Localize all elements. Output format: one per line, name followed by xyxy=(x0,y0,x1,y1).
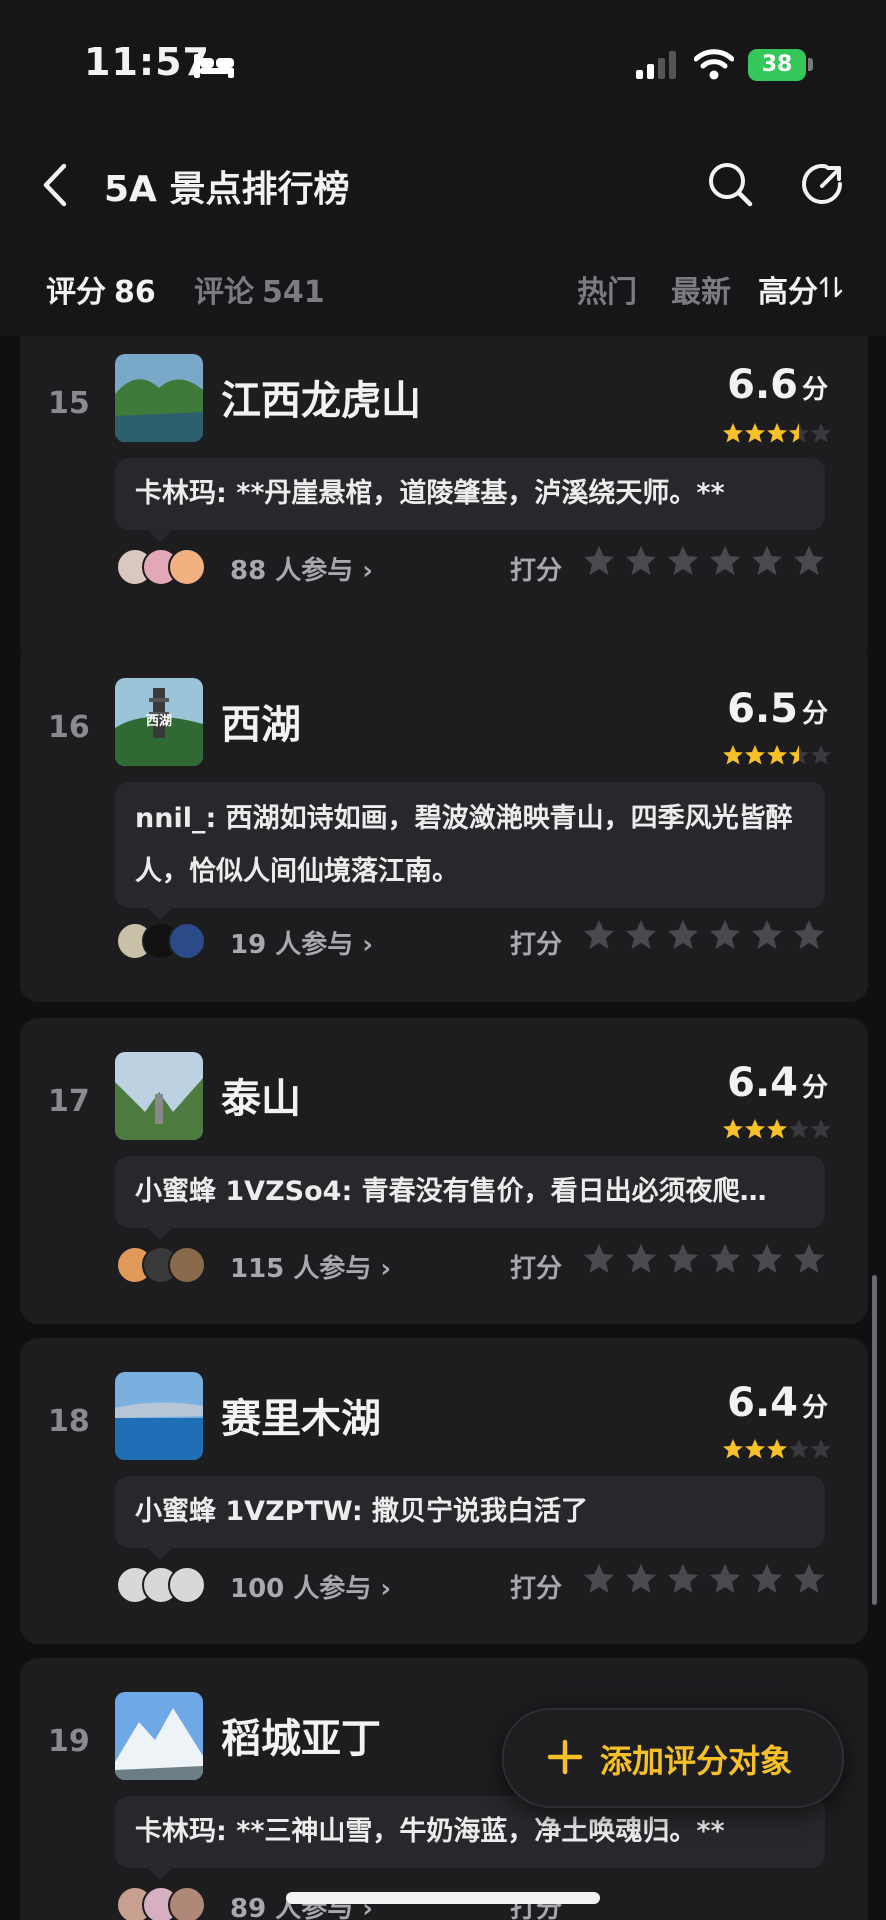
top-comment[interactable]: 卡林玛: **丹崖悬棺，道陵肇基，泸溪绕天师。** xyxy=(115,458,825,530)
page-title: 5A 景点排行榜 xyxy=(104,169,350,210)
plus-icon xyxy=(547,1739,583,1775)
chevron-right-icon: › xyxy=(353,930,374,960)
rank-number: 17 xyxy=(48,1084,90,1119)
tab-score-label: 评分 xyxy=(46,275,106,310)
cellular-signal-icon xyxy=(636,51,676,79)
back-arrow-icon[interactable] xyxy=(36,160,76,210)
sort-new[interactable]: 最新 xyxy=(671,267,731,311)
top-comment[interactable]: nnil_: 西湖如诗如画，碧波潋滟映青山，四季风光皆醉人，恰似人间仙境落江南。 xyxy=(115,782,825,908)
comment-tail xyxy=(148,908,172,920)
comment-tail xyxy=(148,1868,172,1880)
score-value: 6.4 xyxy=(727,1380,798,1426)
wifi-icon xyxy=(694,49,734,80)
spot-name: 泰山 xyxy=(221,1076,301,1122)
participants-link[interactable]: 19 人参与 › xyxy=(230,924,373,961)
spot-name: 江西龙虎山 xyxy=(221,378,421,424)
battery-tip xyxy=(808,58,813,71)
score-unit: 分 xyxy=(801,375,828,405)
rank-number: 18 xyxy=(48,1404,90,1439)
add-rating-object-label: 添加评分对象 xyxy=(600,1742,793,1780)
tab-score[interactable]: 评分 86 xyxy=(46,267,156,311)
spot-thumbnail[interactable] xyxy=(115,1692,203,1780)
rank-number: 15 xyxy=(48,386,90,421)
chevron-right-icon: › xyxy=(371,1254,392,1284)
participant-avatars[interactable] xyxy=(116,1246,216,1284)
status-bar: 11:57 38 xyxy=(0,0,886,130)
add-rating-object-button[interactable]: 添加评分对象 xyxy=(502,1708,844,1808)
chevron-right-icon: › xyxy=(371,1574,392,1604)
thumbnail-caption: 西湖 xyxy=(145,714,172,729)
rating-stars xyxy=(723,423,831,443)
participants-link[interactable]: 115 人参与 › xyxy=(230,1248,391,1285)
tab-comments-label: 评论 xyxy=(194,275,254,310)
spot-score: 6.5 分 xyxy=(727,686,828,732)
spot-thumbnail[interactable] xyxy=(115,1052,203,1140)
tab-comments-count: 541 xyxy=(262,275,325,310)
bed-icon xyxy=(194,54,234,78)
score-value: 6.5 xyxy=(727,686,798,732)
share-icon[interactable] xyxy=(800,160,848,208)
rate-stars-input[interactable] xyxy=(582,1562,852,1596)
sort-high[interactable]: 高分 xyxy=(758,267,818,311)
scrollbar[interactable] xyxy=(872,1275,877,1605)
avatar xyxy=(168,1566,206,1604)
rate-label: 打分 xyxy=(510,930,563,960)
ranking-card[interactable]: 15 江西龙虎山 6.6 分 卡林玛: **丹崖悬棺，道陵肇基，泸溪绕天师。** … xyxy=(20,336,868,664)
tab-comments[interactable]: 评论 541 xyxy=(194,267,325,311)
avatar xyxy=(168,1886,206,1920)
top-comment[interactable]: 小蜜蜂 1VZSo4: 青春没有售价，看日出必须夜爬… xyxy=(115,1156,825,1228)
spot-name: 稻城亚丁 xyxy=(221,1716,381,1762)
comment-tail xyxy=(148,1228,172,1240)
spot-name: 赛里木湖 xyxy=(221,1396,381,1442)
tab-score-count: 86 xyxy=(114,275,156,310)
chevron-right-icon: › xyxy=(353,556,374,586)
ranking-list[interactable]: 15 江西龙虎山 6.6 分 卡林玛: **丹崖悬棺，道陵肇基，泸溪绕天师。** … xyxy=(0,336,886,1920)
rate-label: 打分 xyxy=(510,556,563,586)
score-unit: 分 xyxy=(801,1393,828,1423)
avatar xyxy=(168,548,206,586)
score-unit: 分 xyxy=(801,699,828,729)
comment-tail xyxy=(148,1548,172,1560)
participant-avatars[interactable] xyxy=(116,1566,216,1604)
ranking-card[interactable]: 16 西湖 西湖 6.5 分 nnil_: 西湖如诗如画，碧波潋滟映青山，四季风光… xyxy=(20,644,868,1002)
comment-tail xyxy=(148,530,172,542)
avatar xyxy=(168,922,206,960)
sort-toggle-icon[interactable] xyxy=(818,274,844,300)
spot-score: 6.4 分 xyxy=(727,1380,828,1426)
participant-avatars[interactable] xyxy=(116,1886,216,1920)
score-unit: 分 xyxy=(801,1073,828,1103)
home-indicator[interactable] xyxy=(286,1892,600,1904)
rank-number: 19 xyxy=(48,1724,90,1759)
participants-link[interactable]: 88 人参与 › xyxy=(230,550,373,587)
score-value: 6.6 xyxy=(727,362,798,408)
rating-stars xyxy=(723,1119,831,1139)
rating-stars xyxy=(723,745,831,765)
score-value: 6.4 xyxy=(727,1060,798,1106)
rate-label: 打分 xyxy=(510,1574,563,1604)
ranking-card[interactable]: 17 泰山 6.4 分 小蜜蜂 1VZSo4: 青春没有售价，看日出必须夜爬… 1… xyxy=(20,1018,868,1324)
participant-avatars[interactable] xyxy=(116,548,216,586)
spot-thumbnail[interactable] xyxy=(115,354,203,442)
spot-name: 西湖 xyxy=(221,702,301,748)
battery-indicator: 38 xyxy=(748,49,806,81)
rate-label: 打分 xyxy=(510,1254,563,1284)
rate-stars-input[interactable] xyxy=(582,544,852,578)
participant-avatars[interactable] xyxy=(116,922,216,960)
top-comment[interactable]: 小蜜蜂 1VZPTW: 撒贝宁说我白活了 xyxy=(115,1476,825,1548)
rate-stars-input[interactable] xyxy=(582,918,852,952)
sort-hot[interactable]: 热门 xyxy=(577,267,637,311)
rank-number: 16 xyxy=(48,710,90,745)
spot-thumbnail[interactable] xyxy=(115,1372,203,1460)
ranking-card[interactable]: 18 赛里木湖 6.4 分 小蜜蜂 1VZPTW: 撒贝宁说我白活了 100 人参… xyxy=(20,1338,868,1644)
spot-thumbnail[interactable]: 西湖 xyxy=(115,678,203,766)
rate-stars-input[interactable] xyxy=(582,1242,852,1276)
participants-link[interactable]: 100 人参与 › xyxy=(230,1568,391,1605)
rating-stars xyxy=(723,1439,831,1459)
spot-score: 6.4 分 xyxy=(727,1060,828,1106)
avatar xyxy=(168,1246,206,1284)
search-icon[interactable] xyxy=(706,160,754,208)
spot-score: 6.6 分 xyxy=(727,362,828,408)
